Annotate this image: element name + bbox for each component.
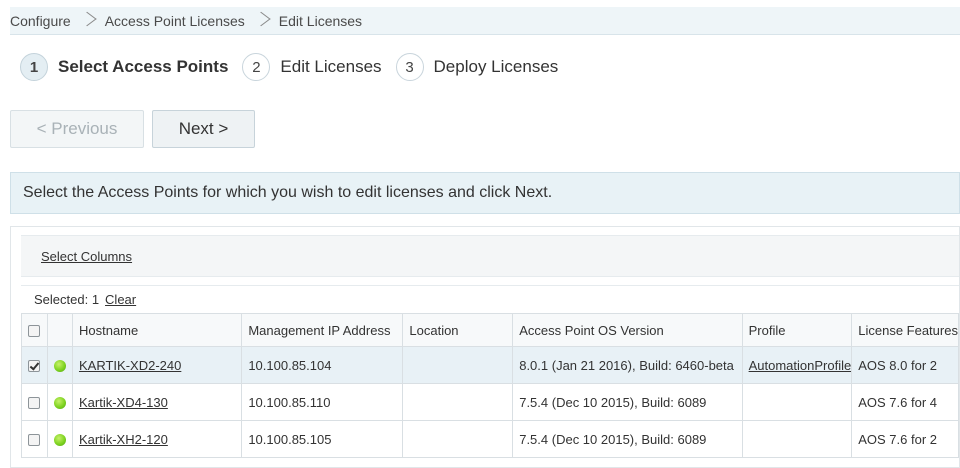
profile-cell — [741, 383, 853, 421]
column-header-management-ip[interactable]: Management IP Address — [241, 313, 404, 347]
location-cell — [402, 346, 514, 384]
step-number: 3 — [395, 53, 424, 81]
column-header-location[interactable]: Location — [402, 313, 514, 347]
table-row[interactable]: Kartik-XD4-130 10.100.85.110 7.5.4 (Dec … — [20, 383, 959, 421]
access-points-table: Hostname Management IP Address Location … — [20, 313, 959, 458]
location-cell — [402, 420, 514, 458]
hostname-link[interactable]: Kartik-XD4-130 — [79, 395, 168, 410]
table-header-row: Hostname Management IP Address Location … — [20, 313, 959, 347]
clear-selection-link[interactable]: Clear — [105, 292, 136, 307]
selection-summary: Selected: 1 Clear — [21, 285, 959, 313]
step-number: 1 — [20, 53, 48, 81]
chevron-right-icon — [81, 12, 95, 30]
wizard-steps: 1 Select Access Points 2 Edit Licenses 3… — [20, 53, 572, 81]
status-online-icon — [54, 434, 67, 447]
license-cell: AOS 7.6 for 2 — [851, 420, 959, 458]
instruction-banner: Select the Access Points for which you w… — [10, 172, 960, 214]
hostname-link[interactable]: Kartik-XH2-120 — [79, 432, 168, 447]
step-label: Deploy Licenses — [433, 57, 559, 76]
profile-cell — [741, 420, 853, 458]
status-column-header — [47, 313, 73, 347]
chevron-right-icon — [255, 12, 269, 30]
previous-button[interactable]: < Previous — [10, 110, 144, 148]
row-checkbox[interactable] — [28, 434, 40, 447]
status-online-icon — [54, 397, 67, 410]
column-header-license-features[interactable]: License Features — [851, 313, 959, 347]
step-edit-licenses: 2 Edit Licenses — [242, 53, 382, 81]
row-checkbox[interactable] — [28, 397, 40, 410]
step-number: 2 — [242, 53, 271, 81]
os-version-cell: 7.5.4 (Dec 10 2015), Build: 6089 — [512, 420, 743, 458]
selected-count: Selected: 1 — [34, 292, 100, 307]
step-select-access-points: 1 Select Access Points — [20, 53, 228, 81]
os-version-cell: 8.0.1 (Jan 21 2016), Build: 6460-beta — [512, 346, 743, 384]
breadcrumb-configure[interactable]: Configure — [10, 13, 73, 29]
ip-cell: 10.100.85.104 — [241, 346, 404, 384]
column-header-hostname[interactable]: Hostname — [71, 313, 243, 347]
instruction-text: Select the Access Points for which you w… — [23, 184, 553, 201]
table-row[interactable]: Kartik-XH2-120 10.100.85.105 7.5.4 (Dec … — [20, 420, 959, 458]
breadcrumb-access-point-licenses[interactable]: Access Point Licenses — [103, 13, 247, 29]
license-cell: AOS 7.6 for 4 — [851, 383, 959, 421]
row-checkbox[interactable] — [28, 360, 40, 373]
ip-cell: 10.100.85.110 — [241, 383, 404, 421]
next-button[interactable]: Next > — [152, 110, 255, 148]
column-header-profile[interactable]: Profile — [741, 313, 853, 347]
step-label: Select Access Points — [58, 57, 229, 76]
select-all-checkbox[interactable] — [28, 325, 40, 338]
location-cell — [402, 383, 514, 421]
step-deploy-licenses: 3 Deploy Licenses — [395, 53, 559, 81]
license-cell: AOS 8.0 for 2 — [851, 346, 959, 384]
breadcrumb-edit-licenses: Edit Licenses — [278, 12, 363, 29]
select-all-cell[interactable] — [20, 313, 49, 347]
column-header-os-version[interactable]: Access Point OS Version — [512, 313, 743, 347]
table-toolbar: Select Columns — [21, 235, 959, 277]
table-row[interactable]: KARTIK-XD2-240 10.100.85.104 8.0.1 (Jan … — [20, 346, 959, 384]
profile-link[interactable]: AutomationProfile — [749, 358, 851, 373]
ip-cell: 10.100.85.105 — [241, 420, 404, 458]
step-label: Edit Licenses — [280, 57, 382, 76]
access-points-panel: Select Columns Selected: 1 Clear Hostnam… — [10, 226, 960, 468]
select-columns-link[interactable]: Select Columns — [41, 249, 132, 264]
os-version-cell: 7.5.4 (Dec 10 2015), Build: 6089 — [512, 383, 743, 421]
status-online-icon — [54, 360, 67, 373]
breadcrumb: Configure Access Point Licenses Edit Lic… — [10, 7, 960, 35]
hostname-link[interactable]: KARTIK-XD2-240 — [79, 358, 181, 373]
